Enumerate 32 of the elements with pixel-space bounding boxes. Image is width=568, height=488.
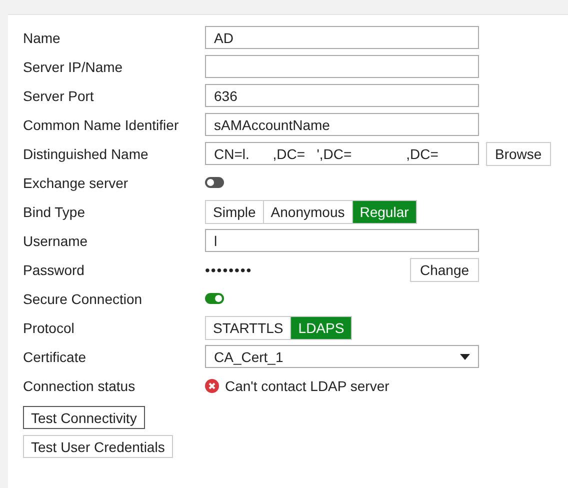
field-label: Common Name Identifier: [23, 116, 180, 132]
input-field[interactable]: [205, 55, 479, 78]
password-value: ••••••••: [205, 262, 254, 278]
browse-button[interactable]: Browse: [486, 142, 551, 166]
field-label: Bind Type: [23, 204, 86, 220]
field-label: Username: [23, 232, 89, 248]
field-label: Protocol: [23, 320, 76, 336]
action-button[interactable]: Test Connectivity: [23, 406, 145, 429]
input-field[interactable]: 636: [205, 84, 479, 107]
segment-option[interactable]: LDAPS: [291, 316, 352, 338]
field-label: Secure Connection: [23, 290, 144, 306]
certificate-dropdown[interactable]: CA_Cert_1: [205, 345, 479, 368]
field-label: Distinguished Name: [23, 146, 150, 162]
error-icon: [205, 378, 219, 392]
field-label: Name: [23, 30, 62, 46]
change-button[interactable]: Change: [410, 258, 479, 282]
field-label: Password: [23, 262, 86, 278]
toggle-switch[interactable]: [205, 177, 224, 188]
field-label: Connection status: [23, 378, 136, 394]
input-field[interactable]: sAMAccountName: [205, 113, 479, 136]
input-field[interactable]: AD: [205, 26, 479, 49]
input-field[interactable]: l: [205, 229, 479, 252]
field-label: Server Port: [23, 88, 95, 104]
field-label: Server IP/Name: [23, 58, 124, 74]
field-label: Certificate: [23, 348, 88, 364]
input-field[interactable]: CN=l. ,DC= ',DC= ,DC=: [205, 142, 479, 165]
segment-option[interactable]: Regular: [352, 200, 416, 222]
action-button[interactable]: Test User Credentials: [23, 435, 173, 458]
field-label: Exchange server: [23, 174, 130, 190]
status-text: Can't contact LDAP server: [225, 378, 390, 394]
toggle-switch[interactable]: [205, 293, 224, 304]
caret-icon: [460, 354, 470, 360]
